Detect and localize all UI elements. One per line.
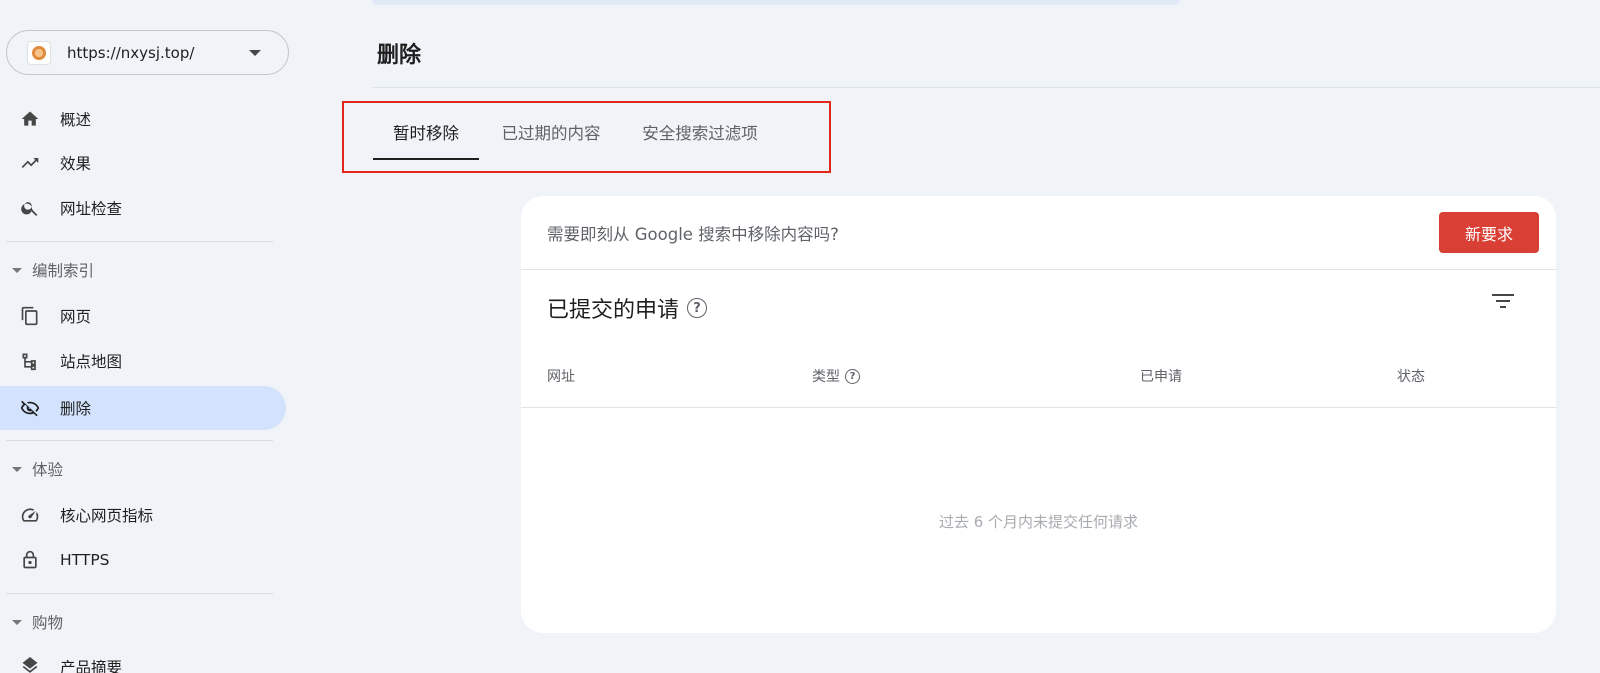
section-label: 购物 xyxy=(32,614,64,632)
column-header-url[interactable]: 网址 xyxy=(547,366,575,386)
column-header-status[interactable]: 状态 xyxy=(1397,366,1425,386)
property-selector[interactable]: https://nxysj.top/ xyxy=(6,30,289,75)
top-banner-strip xyxy=(372,0,1180,5)
column-label: 状态 xyxy=(1397,369,1425,385)
table-divider xyxy=(521,407,1556,408)
sidebar-item-label: 效果 xyxy=(60,155,92,173)
page-title: 删除 xyxy=(377,43,422,68)
sidebar-item-label: 删除 xyxy=(60,400,92,418)
caret-down-icon xyxy=(12,619,22,625)
property-url: https://nxysj.top/ xyxy=(67,43,195,62)
column-header-type[interactable]: 类型 ? xyxy=(812,366,860,386)
trending-up-icon xyxy=(18,151,42,175)
chevron-down-icon xyxy=(249,50,261,56)
filter-icon[interactable] xyxy=(1490,288,1516,314)
pages-icon xyxy=(18,304,42,328)
sidebar-item-performance[interactable]: 效果 xyxy=(0,141,286,185)
help-icon[interactable]: ? xyxy=(687,298,708,318)
sidebar-item-url-inspection[interactable]: 网址检查 xyxy=(0,186,286,230)
sidebar-item-overview[interactable]: 概述 xyxy=(0,97,286,141)
sidebar-item-removals[interactable]: 删除 xyxy=(0,386,286,430)
section-header-experience[interactable]: 体验 xyxy=(0,449,286,489)
column-label: 网址 xyxy=(547,369,575,385)
sidebar-item-core-web-vitals[interactable]: 核心网页指标 xyxy=(0,493,286,537)
section-header-indexing[interactable]: 编制索引 xyxy=(0,250,286,290)
tab-label: 暂时移除 xyxy=(393,124,459,143)
section-label: 体验 xyxy=(32,461,64,479)
removal-prompt: 需要即刻从 Google 搜索中移除内容吗? xyxy=(547,224,839,244)
sidebar-item-label: 网页 xyxy=(60,308,92,326)
caret-down-icon xyxy=(12,267,22,273)
sitemap-icon xyxy=(18,349,42,373)
sidebar-item-product-snippets[interactable]: 产品摘要 xyxy=(0,645,286,673)
section-title: 已提交的申请 xyxy=(547,298,680,323)
sidebar-divider xyxy=(6,593,273,594)
column-header-requested[interactable]: 已申请 xyxy=(1140,366,1182,386)
lock-icon xyxy=(18,548,42,572)
section-label: 编制索引 xyxy=(32,262,95,280)
home-icon xyxy=(18,107,42,131)
sidebar: https://nxysj.top/ 概述 效果 网址检查 编制索引 网页 站点… xyxy=(0,0,290,673)
tab-outdated-content[interactable]: 已过期的内容 xyxy=(493,104,609,160)
sidebar-item-label: 概述 xyxy=(60,111,92,129)
sidebar-item-sitemaps[interactable]: 站点地图 xyxy=(0,339,286,383)
title-divider xyxy=(372,87,1600,88)
column-label: 类型 xyxy=(812,369,840,385)
site-favicon-icon xyxy=(27,40,51,65)
speed-icon xyxy=(18,503,42,527)
sidebar-item-https[interactable]: HTTPS xyxy=(0,538,286,582)
tab-label: 已过期的内容 xyxy=(501,124,601,143)
sidebar-item-pages[interactable]: 网页 xyxy=(0,294,286,338)
tab-label: 安全搜索过滤项 xyxy=(642,124,758,143)
empty-state-message: 过去 6 个月内未提交任何请求 xyxy=(938,513,1139,531)
tab-temporary-removals[interactable]: 暂时移除 xyxy=(373,104,479,160)
sidebar-item-label: 核心网页指标 xyxy=(60,507,154,525)
caret-down-icon xyxy=(12,466,22,472)
submitted-requests-header: 已提交的申请 ? xyxy=(547,292,708,324)
sidebar-item-label: 站点地图 xyxy=(60,353,123,371)
sidebar-item-label: 产品摘要 xyxy=(60,659,123,673)
new-request-button[interactable]: 新要求 xyxy=(1439,212,1539,253)
sidebar-item-label: HTTPS xyxy=(60,551,110,569)
layers-icon xyxy=(18,655,42,673)
sidebar-divider xyxy=(6,440,273,441)
help-icon[interactable]: ? xyxy=(845,368,860,384)
sidebar-item-label: 网址检查 xyxy=(60,200,123,218)
sidebar-divider xyxy=(6,241,273,242)
column-label: 已申请 xyxy=(1140,369,1182,385)
section-header-shopping[interactable]: 购物 xyxy=(0,602,286,642)
search-icon xyxy=(18,196,42,220)
requests-card: 需要即刻从 Google 搜索中移除内容吗? 新要求 已提交的申请 ? 网址 类… xyxy=(521,196,1556,633)
card-header: 需要即刻从 Google 搜索中移除内容吗? 新要求 xyxy=(521,196,1556,270)
tab-safesearch-filtering[interactable]: 安全搜索过滤项 xyxy=(630,104,770,160)
eye-off-icon xyxy=(18,396,42,420)
